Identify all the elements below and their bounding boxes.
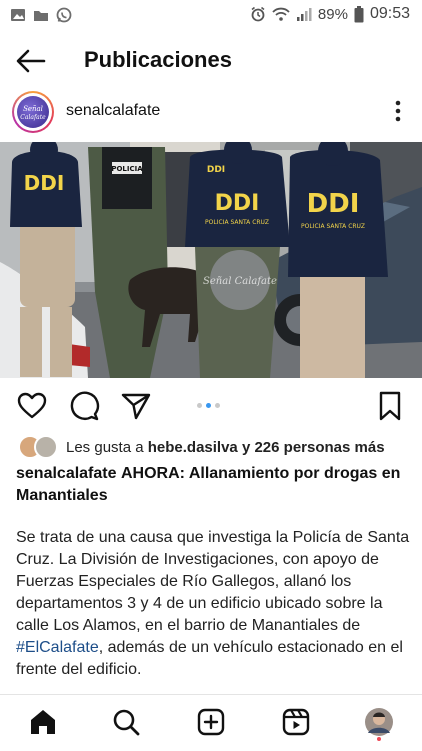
vest-text-3: POLICIA SANTA CRUZ bbox=[301, 223, 365, 230]
caption-tag: AHORA bbox=[120, 465, 180, 482]
whatsapp-notification-icon bbox=[56, 7, 72, 23]
post-photo-illustration: DDI POLICIA DDI POLICIA SANTA CRUZ DDI D… bbox=[0, 142, 422, 378]
clock: 09:53 bbox=[369, 5, 410, 22]
image-notification-icon bbox=[11, 9, 25, 21]
bookmark-icon[interactable] bbox=[374, 390, 406, 422]
hashtag-link[interactable]: #ElCalafate bbox=[16, 639, 99, 656]
system-status: 89% 09:53 bbox=[250, 5, 410, 23]
post-header: Señal Calafate senalcalafate bbox=[0, 88, 422, 134]
page-title: Publicaciones bbox=[84, 47, 232, 72]
carousel-indicator bbox=[197, 403, 220, 408]
caption-username[interactable]: senalcalafate bbox=[16, 465, 117, 482]
signal-icon bbox=[296, 8, 312, 21]
post-photo[interactable]: DDI POLICIA DDI POLICIA SANTA CRUZ DDI D… bbox=[0, 142, 422, 378]
post-caption: senalcalafate AHORA: Allanamiento por dr… bbox=[16, 463, 408, 507]
more-options-icon[interactable] bbox=[388, 97, 408, 125]
battery-icon bbox=[354, 5, 364, 22]
app-bar: Publicaciones bbox=[0, 36, 422, 86]
share-icon[interactable] bbox=[120, 390, 152, 422]
back-arrow-icon[interactable] bbox=[14, 46, 48, 76]
liker-avatar bbox=[34, 435, 58, 459]
vest-text-2: POLICIA SANTA CRUZ bbox=[205, 219, 269, 226]
carousel-dot-active bbox=[206, 403, 211, 408]
status-bar: 89% 09:53 bbox=[0, 0, 422, 30]
battery-level: 89% bbox=[317, 5, 348, 23]
svg-text:Señal: Señal bbox=[23, 105, 43, 113]
post-body: Se trata de una causa que investiga la P… bbox=[16, 529, 410, 678]
notification-icons bbox=[10, 7, 72, 23]
profile-notification-dot bbox=[377, 737, 381, 741]
bottom-navigation bbox=[0, 694, 422, 751]
likes-summary[interactable]: Les gusta a hebe.dasilva y 226 personas … bbox=[18, 435, 385, 459]
vest-label-1: DDI bbox=[24, 171, 65, 195]
avatar-logo: Señal Calafate bbox=[20, 105, 46, 121]
svg-text:Calafate: Calafate bbox=[20, 114, 46, 121]
carousel-dot bbox=[215, 403, 220, 408]
search-icon[interactable] bbox=[111, 707, 141, 737]
author-avatar[interactable]: Señal Calafate bbox=[12, 91, 54, 133]
home-icon[interactable] bbox=[28, 707, 58, 737]
wifi-icon bbox=[272, 7, 290, 21]
photo-watermark: Señal Calafate bbox=[203, 276, 277, 287]
carousel-dot bbox=[197, 403, 202, 408]
author-username[interactable]: senalcalafate bbox=[66, 102, 160, 120]
create-icon[interactable] bbox=[196, 707, 226, 737]
vest-label-2: DDI bbox=[215, 191, 260, 216]
profile-avatar[interactable] bbox=[364, 707, 394, 737]
reels-icon[interactable] bbox=[281, 707, 311, 737]
police-patch: POLICIA bbox=[111, 165, 143, 173]
cap-label-1: DDI bbox=[207, 165, 225, 175]
likes-text: Les gusta a hebe.dasilva y 226 personas … bbox=[66, 438, 385, 456]
folder-notification-icon bbox=[34, 11, 48, 21]
alarm-icon bbox=[251, 6, 265, 22]
heart-icon[interactable] bbox=[16, 390, 48, 422]
liker-username[interactable]: hebe.dasilva bbox=[148, 439, 238, 456]
comment-icon[interactable] bbox=[68, 390, 100, 422]
vest-label-3: DDI bbox=[307, 189, 360, 219]
post-actions bbox=[0, 388, 422, 428]
